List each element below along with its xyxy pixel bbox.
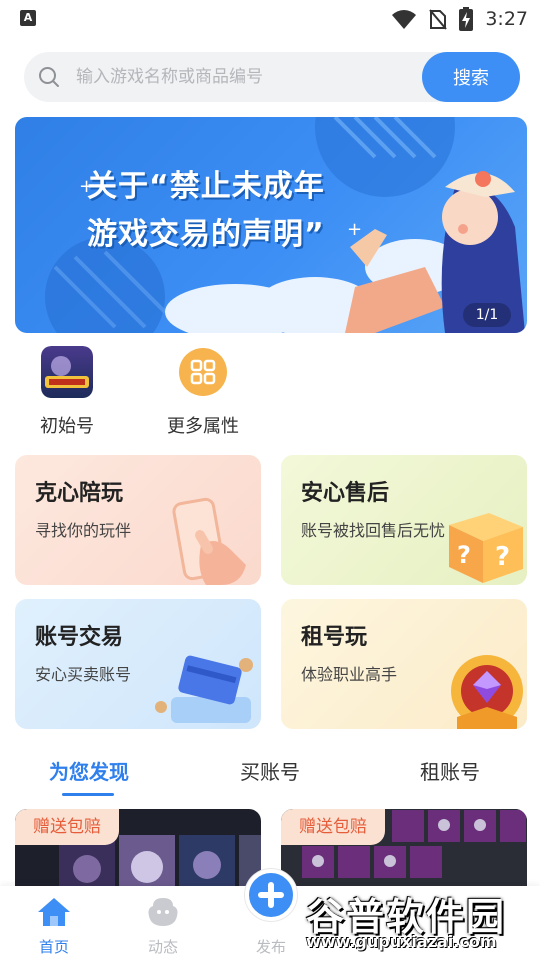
- announcement-banner[interactable]: + + 关于“禁止未成年 游戏交易的声明” 1/1: [15, 117, 527, 333]
- banner-title: 关于“禁止未成年 游戏交易的声明”: [87, 163, 325, 259]
- banner-title-line1: 关于“禁止未成年: [87, 169, 325, 204]
- search-button[interactable]: 搜索: [422, 52, 520, 102]
- card-after-sales[interactable]: 安心售后 账号被找回售后无忧 ? ?: [281, 455, 527, 585]
- quick-entry-initial-account[interactable]: 初始号: [12, 346, 122, 438]
- tab-buy-account[interactable]: 买账号: [240, 756, 300, 785]
- card-coin-icon: [155, 655, 253, 723]
- trophy-gem-icon: [451, 655, 523, 729]
- tab-discover[interactable]: 为您发现: [49, 756, 129, 785]
- status-icons: 3:27: [391, 6, 528, 32]
- card-title: 克心陪玩: [35, 481, 124, 506]
- svg-text:?: ?: [457, 541, 471, 569]
- card-subtitle: 体验职业高手: [301, 665, 398, 684]
- svg-text:+: +: [347, 219, 362, 240]
- quick-entry-label: 初始号: [40, 416, 94, 437]
- quick-entry-more-attributes[interactable]: 更多属性: [148, 346, 258, 438]
- grid-icon: [179, 348, 227, 396]
- home-icon: [38, 898, 70, 926]
- moments-icon: [148, 898, 178, 926]
- svg-text:?: ?: [495, 542, 510, 572]
- phone-hand-icon: [172, 497, 246, 585]
- nav-label: 动态: [147, 938, 178, 956]
- nav-moments[interactable]: 动态: [133, 896, 193, 957]
- clock: 3:27: [485, 8, 528, 30]
- card-title: 安心售后: [301, 481, 390, 506]
- card-subtitle: 寻找你的玩伴: [35, 521, 132, 540]
- banner-title-line2: 游戏交易的声明”: [87, 217, 325, 252]
- wifi-icon: [392, 10, 417, 29]
- publish-button[interactable]: [245, 869, 297, 921]
- tab-rent-account[interactable]: 租账号: [420, 756, 480, 785]
- tab-active-indicator: [62, 793, 114, 796]
- publish-label: 发布: [255, 938, 286, 956]
- plus-icon: [258, 882, 284, 908]
- game-logo-icon: [41, 346, 93, 398]
- search-icon: [39, 67, 59, 87]
- card-subtitle: 安心买卖账号: [35, 665, 132, 684]
- nav-label: 首页: [38, 938, 69, 956]
- search-bar: 搜索: [24, 52, 520, 102]
- card-companion-play[interactable]: 克心陪玩 寻找你的玩伴: [15, 455, 261, 585]
- card-title: 账号交易: [35, 625, 124, 650]
- card-rent-account[interactable]: 租号玩 体验职业高手: [281, 599, 527, 729]
- card-subtitle: 账号被找回售后无忧: [301, 521, 446, 540]
- no-sim-icon: [429, 9, 448, 30]
- quick-entry-label: 更多属性: [167, 416, 239, 437]
- watermark-url: www.gupuxiazai.com: [306, 932, 497, 951]
- compensation-badge: 赠送包赔: [281, 809, 385, 845]
- card-account-trading[interactable]: 账号交易 安心买卖账号: [15, 599, 261, 729]
- nav-home[interactable]: 首页: [24, 896, 84, 957]
- question-box-icon: ? ?: [449, 513, 523, 583]
- status-bar: A 3:27: [0, 0, 540, 40]
- search-input[interactable]: [76, 62, 436, 92]
- card-title: 租号玩: [301, 625, 368, 650]
- banner-page-indicator: 1/1: [463, 303, 511, 327]
- compensation-badge: 赠送包赔: [15, 809, 119, 845]
- site-watermark: 谷普软件园 www.gupuxiazai.com: [292, 882, 540, 960]
- app-notification-icon: A: [20, 10, 36, 26]
- battery-charging-icon: [459, 7, 474, 31]
